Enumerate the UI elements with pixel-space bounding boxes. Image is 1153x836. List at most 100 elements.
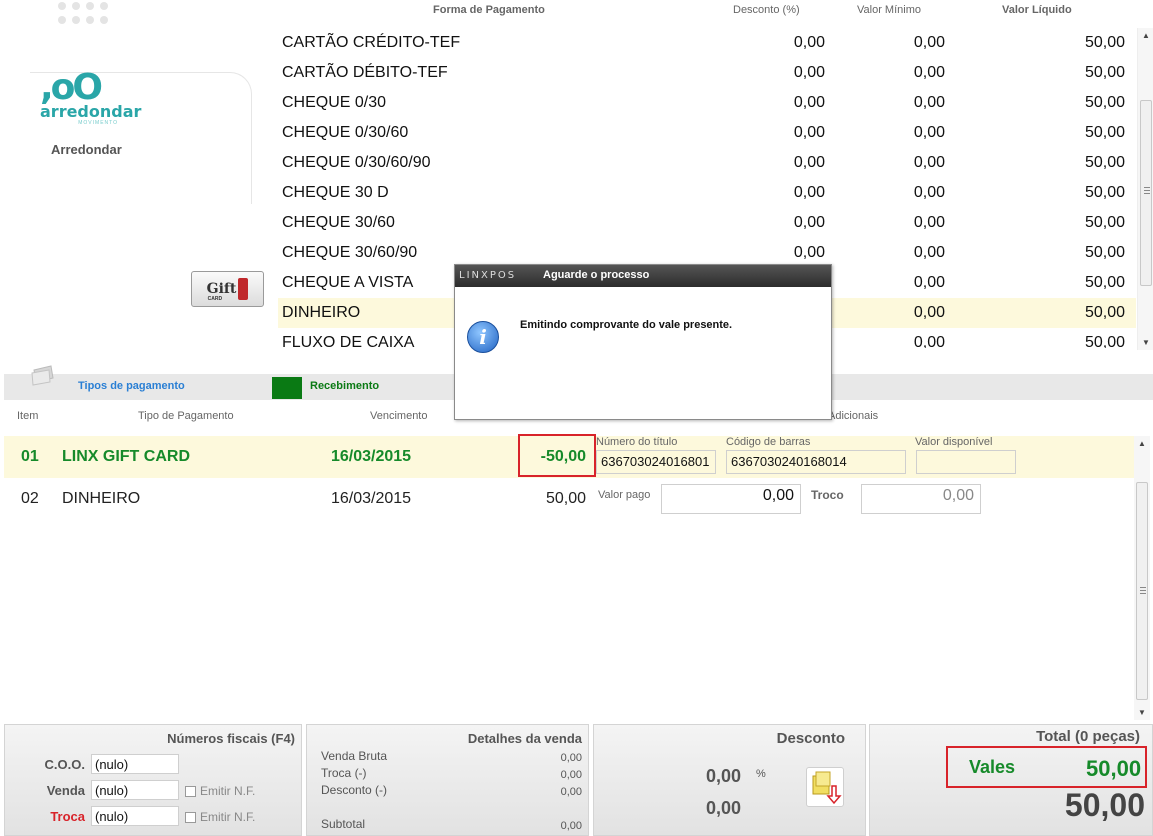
percent-sign: % — [756, 768, 766, 780]
header-valor-liquido: Valor Líquido — [1002, 4, 1072, 16]
payment-method-minimo: 0,00 — [913, 214, 945, 231]
desconto-detail-label: Desconto (-) — [321, 783, 388, 797]
header-vencimento: Vencimento — [370, 410, 428, 422]
payment-method-name: CHEQUE 0/30/60 — [282, 124, 409, 141]
payment-method-liquido: 50,00 — [1084, 34, 1125, 51]
gift-card-text: Gift — [206, 281, 237, 297]
apply-discount-icon[interactable] — [806, 767, 844, 807]
scroll-thumb[interactable] — [1140, 100, 1152, 286]
emitir-nf-troca-checkbox[interactable]: Emitir N.F. — [185, 810, 255, 824]
venda-bruta-value: 0,00 — [560, 752, 582, 764]
troca-detail-value: 0,00 — [560, 769, 582, 781]
payment-method-desconto: 0,00 — [793, 94, 825, 111]
receipt-vencimento: 16/03/2015 — [331, 490, 412, 507]
venda-input[interactable]: (nulo) — [91, 780, 179, 800]
payment-method-desconto: 0,00 — [793, 184, 825, 201]
header-forma-pagamento: Forma de Pagamento — [433, 4, 545, 16]
tab-recebimento[interactable]: Recebimento — [310, 380, 379, 392]
payment-method-minimo: 0,00 — [913, 184, 945, 201]
payment-method-liquido: 50,00 — [1084, 94, 1125, 111]
payment-method-desconto: 0,00 — [793, 154, 825, 171]
header-item: Item — [17, 410, 39, 422]
troca-input[interactable]: (nulo) — [91, 806, 179, 826]
payment-method-liquido: 50,00 — [1084, 64, 1125, 81]
payment-method-row[interactable]: CHEQUE 0/30 0,00 0,00 50,00 — [278, 88, 1136, 118]
receipt-row[interactable]: 02 DINHEIRO 16/03/2015 50,00 Valor pago … — [4, 478, 1134, 520]
info-icon: i — [467, 321, 499, 353]
payment-method-desconto: 0,00 — [793, 244, 825, 261]
desconto-title: Desconto — [776, 730, 845, 747]
scroll-down-icon[interactable]: ▼ — [1142, 338, 1150, 347]
payment-method-minimo: 0,00 — [913, 274, 945, 291]
fiscais-title: Números fiscais (F4) — [167, 731, 295, 746]
header-adicionais: Adicionais — [828, 410, 879, 422]
receipt-tipo: LINX GIFT CARD — [62, 448, 190, 465]
payment-method-desconto: 0,00 — [793, 64, 825, 81]
payment-method-row[interactable]: CHEQUE 0/30/60/90 0,00 0,00 50,00 — [278, 148, 1136, 178]
scroll-up-icon[interactable]: ▲ — [1142, 31, 1150, 40]
venda-label: Venda — [46, 783, 85, 798]
tab-tipos-pagamento[interactable]: Tipos de pagamento — [78, 380, 185, 392]
payment-method-minimo: 0,00 — [913, 64, 945, 81]
dialog-titlebar[interactable]: LINXPOS Aguarde o processo — [455, 265, 831, 287]
logo-mark: ,oO — [40, 67, 103, 108]
payment-method-liquido: 50,00 — [1084, 154, 1125, 171]
codigo-barras-field[interactable]: 6367030240168014 — [726, 450, 906, 474]
troco-field[interactable]: 0,00 — [861, 484, 981, 514]
payment-method-minimo: 0,00 — [913, 124, 945, 141]
payment-method-name: CHEQUE 0/30/60/90 — [282, 154, 431, 171]
left-panel: ,oO arredondar MOVIMENTO Arredondar Gift… — [0, 0, 272, 350]
header-valor-minimo: Valor Mínimo — [857, 4, 921, 16]
receipt-vencimento: 16/03/2015 — [331, 448, 412, 465]
emitir-nf-label: Emitir N.F. — [200, 784, 256, 798]
valor-disponivel-label: Valor disponível — [915, 436, 993, 448]
gift-card-button[interactable]: Gift CARD — [191, 271, 264, 307]
valor-pago-field[interactable]: 0,00 — [661, 484, 801, 514]
receipt-list-scrollbar[interactable]: ▲ ▼ — [1134, 436, 1150, 720]
desconto-value[interactable]: 0,00 — [706, 798, 741, 819]
payment-method-desconto: 0,00 — [793, 34, 825, 51]
payment-method-row[interactable]: CARTÃO DÉBITO-TEF 0,00 0,00 50,00 — [278, 58, 1136, 88]
gift-ribbon-icon — [238, 278, 249, 300]
total-title: Total (0 peças) — [1036, 728, 1140, 745]
troca-detail-label: Troca (-) — [321, 766, 367, 780]
payment-method-liquido: 50,00 — [1084, 274, 1125, 291]
troco-label: Troco — [811, 488, 844, 502]
payment-method-row[interactable]: CHEQUE 0/30/60 0,00 0,00 50,00 — [278, 118, 1136, 148]
vales-value: 50,00 — [1086, 756, 1142, 781]
payment-method-liquido: 50,00 — [1084, 214, 1125, 231]
dialog-message: Emitindo comprovante do vale presente. — [520, 319, 733, 331]
receipt-tipo: DINHEIRO — [62, 490, 141, 507]
emitir-nf-venda-checkbox[interactable]: Emitir N.F. — [185, 784, 255, 798]
total-value: 50,00 — [1064, 787, 1145, 823]
payment-method-row[interactable]: CHEQUE 30/60 0,00 0,00 50,00 — [278, 208, 1136, 238]
valor-disponivel-field[interactable] — [916, 450, 1016, 474]
aguarde-dialog: LINXPOS Aguarde o processo i Emitindo co… — [454, 264, 832, 420]
receipt-valor[interactable]: 50,00 — [546, 490, 586, 508]
payment-method-row[interactable]: CHEQUE 30 D 0,00 0,00 50,00 — [278, 178, 1136, 208]
scroll-down-icon[interactable]: ▼ — [1138, 708, 1146, 717]
payment-list-scrollbar[interactable]: ▲ ▼ — [1137, 28, 1153, 350]
vales-label: Vales — [969, 757, 1016, 777]
scroll-up-icon[interactable]: ▲ — [1138, 439, 1146, 448]
recebimento-icon[interactable] — [272, 377, 302, 399]
payment-method-liquido: 50,00 — [1084, 334, 1125, 348]
payment-method-liquido: 50,00 — [1084, 244, 1125, 261]
detalhes-venda-panel: Detalhes da venda Venda Bruta 0,00 Troca… — [306, 724, 589, 836]
emitir-nf-label: Emitir N.F. — [200, 810, 256, 824]
payment-method-desconto: 0,00 — [793, 214, 825, 231]
desconto-percent[interactable]: 0,00 — [706, 766, 741, 787]
payment-method-liquido: 50,00 — [1084, 304, 1125, 321]
subtotal-value: 0,00 — [560, 820, 582, 832]
gift-card-icon: Gift CARD — [206, 281, 237, 302]
payment-method-name: CHEQUE 30/60/90 — [282, 244, 418, 261]
payment-method-row[interactable]: CARTÃO CRÉDITO-TEF 0,00 0,00 50,00 — [278, 28, 1136, 58]
desconto-detail-value: 0,00 — [560, 786, 582, 798]
credit-card-icon — [31, 365, 54, 386]
payment-method-liquido: 50,00 — [1084, 124, 1125, 141]
gift-card-sub: CARD — [207, 296, 223, 302]
scroll-thumb[interactable] — [1136, 482, 1148, 700]
coo-input[interactable]: (nulo) — [91, 754, 179, 774]
arredondar-button[interactable]: Arredondar — [51, 142, 122, 157]
numero-titulo-field[interactable]: 636703024016801 — [596, 450, 716, 474]
